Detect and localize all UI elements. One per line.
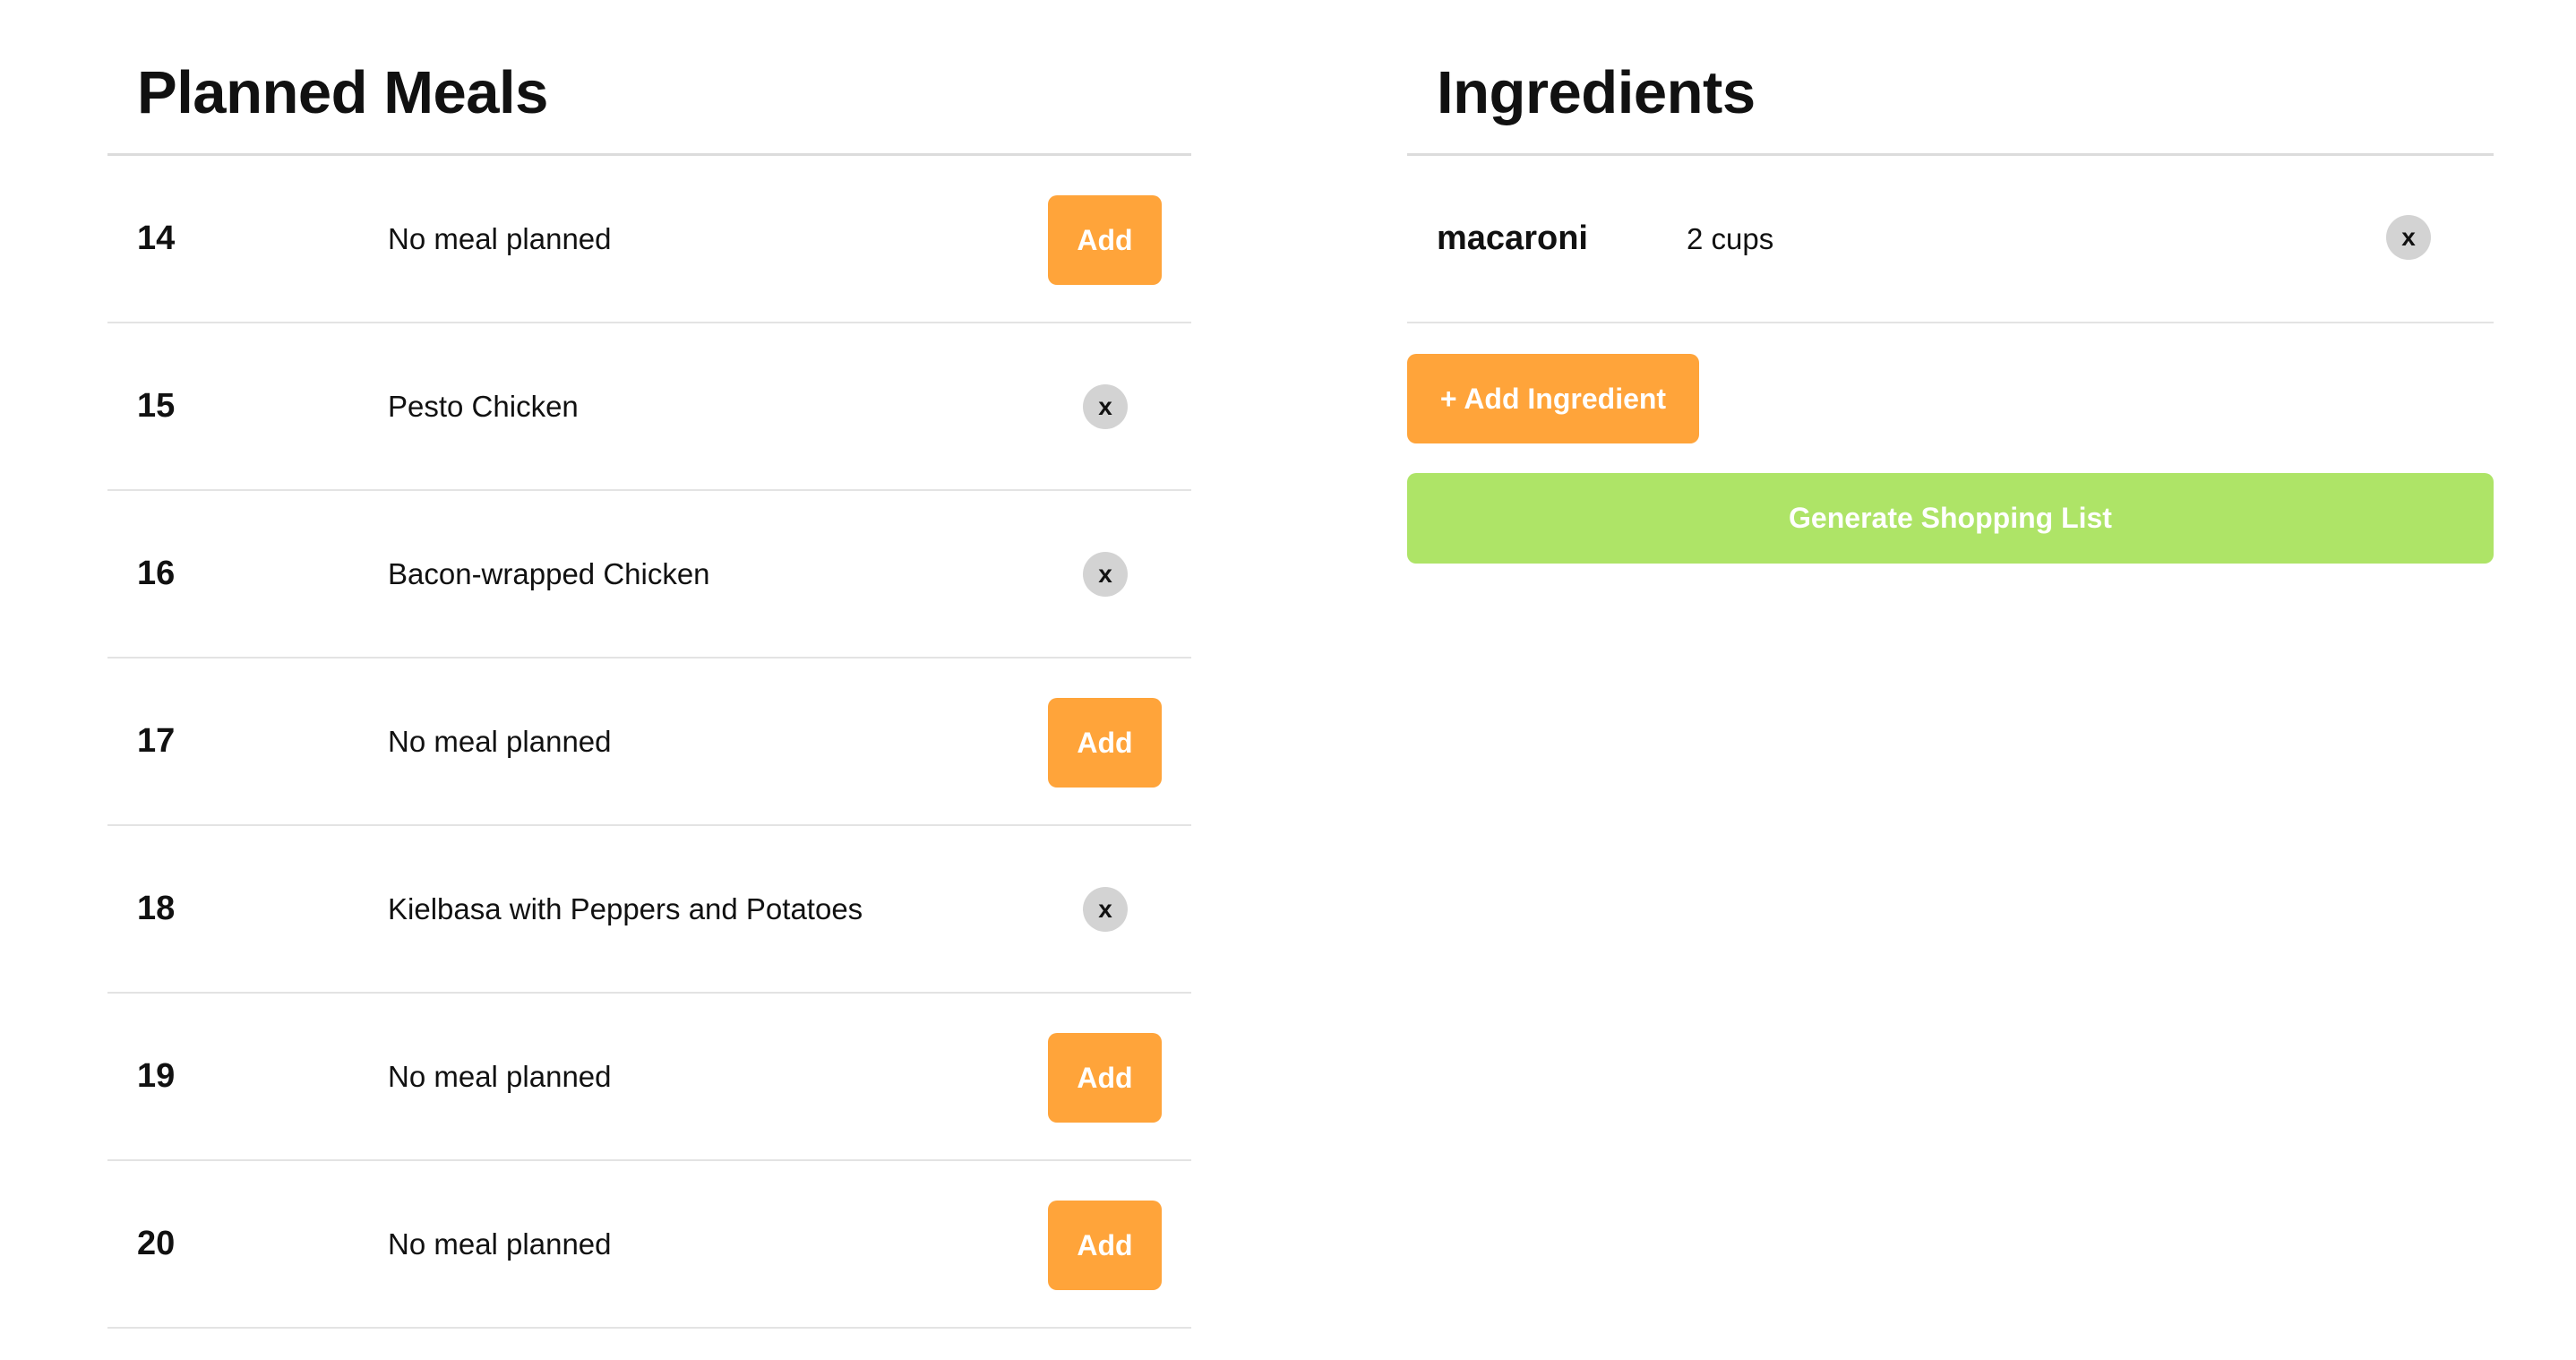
meal-row: 14 No meal planned Add: [107, 156, 1191, 323]
add-meal-button[interactable]: Add: [1048, 195, 1162, 285]
meal-row: 20 No meal planned Add: [107, 1161, 1191, 1329]
meal-day: 19: [137, 1057, 176, 1095]
meal-name: No meal planned: [388, 1059, 612, 1093]
planned-meals-panel: Planned Meals 14 No meal planned Add 15 Pest…: [107, 0, 1191, 1329]
remove-meal-close-icon[interactable]: x: [1083, 384, 1128, 429]
meal-name: No meal planned: [388, 724, 612, 758]
add-meal-button[interactable]: Add: [1048, 1201, 1162, 1290]
meal-day: 16: [137, 555, 176, 592]
remove-meal-close-icon[interactable]: x: [1083, 552, 1128, 597]
ingredients-title: Ingredients: [1407, 0, 2494, 156]
remove-ingredient-close-icon[interactable]: x: [2386, 215, 2431, 260]
meal-name: Kielbasa with Peppers and Potatoes: [388, 891, 863, 925]
ingredient-quantity: 2 cups: [1687, 221, 1774, 255]
meal-day: 14: [137, 219, 176, 257]
meal-row: 17 No meal planned Add: [107, 658, 1191, 826]
meal-day: 17: [137, 722, 176, 760]
meal-name: Bacon-wrapped Chicken: [388, 556, 710, 590]
add-meal-button[interactable]: Add: [1048, 698, 1162, 788]
meal-row: 15 Pesto Chicken x: [107, 323, 1191, 491]
meal-day: 18: [137, 890, 176, 927]
add-ingredient-button[interactable]: + Add Ingredient: [1407, 354, 1699, 443]
ingredient-list: macaroni 2 cups x: [1407, 156, 2494, 323]
add-meal-button[interactable]: Add: [1048, 1033, 1162, 1123]
meal-name: No meal planned: [388, 1227, 612, 1261]
meal-row: 19 No meal planned Add: [107, 994, 1191, 1161]
meal-list: 14 No meal planned Add 15 Pesto Chicken x 16 Ba…: [107, 156, 1191, 1329]
remove-meal-close-icon[interactable]: x: [1083, 887, 1128, 932]
meal-name: No meal planned: [388, 221, 612, 255]
meal-row: 16 Bacon-wrapped Chicken x: [107, 491, 1191, 658]
planned-meals-title: Planned Meals: [107, 0, 1191, 156]
meal-row: 18 Kielbasa with Peppers and Potatoes x: [107, 826, 1191, 994]
ingredient-name: macaroni: [1437, 219, 1588, 257]
generate-shopping-list-button[interactable]: Generate Shopping List: [1407, 473, 2494, 564]
ingredients-panel: Ingredients macaroni 2 cups x + Add Ingred…: [1407, 0, 2494, 564]
meal-name: Pesto Chicken: [388, 389, 579, 423]
meal-day: 15: [137, 387, 176, 425]
ingredient-row: macaroni 2 cups x: [1407, 156, 2494, 323]
meal-day: 20: [137, 1225, 176, 1262]
